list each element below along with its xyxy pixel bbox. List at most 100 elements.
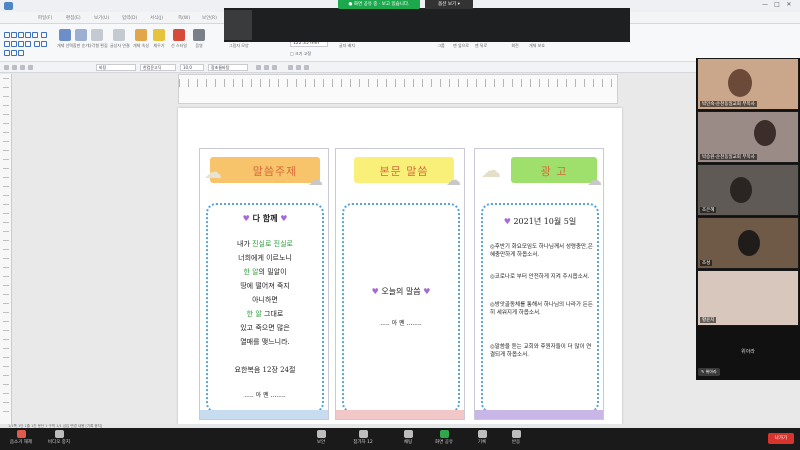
panel-header: 광 고 <box>511 157 597 183</box>
select-icon <box>59 29 71 41</box>
redo-icon[interactable] <box>12 65 17 70</box>
menu-insert[interactable]: 입력(D) <box>122 15 137 21</box>
poem-line: 내가 진실로 진실로 <box>237 240 293 248</box>
participant-tile[interactable]: 황윤지 <box>697 270 799 326</box>
amen-line: ..... 아 멘 ........ <box>244 392 286 399</box>
align-right-icon[interactable] <box>304 65 309 70</box>
panel-header: 말씀주제 <box>210 157 320 183</box>
avatar <box>754 120 776 146</box>
poem-line: 아니하면 <box>252 296 278 304</box>
share-thumbnail <box>224 10 252 40</box>
participants-button[interactable]: 참가자 12 <box>344 430 382 445</box>
avatar <box>728 69 752 97</box>
unmute-button[interactable]: 음소거 해제 <box>2 430 40 445</box>
menu-file[interactable]: 파일(F) <box>38 15 52 21</box>
leave-meeting-button[interactable]: 나가기 <box>768 433 794 444</box>
participant-gallery: 박인숙-순천동일교회 부목사 박승원-순천동일교회 부목사 조은혜 조성 황윤지… <box>696 58 800 380</box>
heart-icon: ♥ <box>280 213 288 223</box>
chat-button[interactable]: 채팅 <box>389 430 427 445</box>
menu-format[interactable]: 서식(J) <box>150 15 163 21</box>
panel-sermon-topic: 말씀주제 ☁ ☁ ♥ 다 함께 ♥ 내가 진실로 진실로 너희에게 이르노니 한… <box>199 148 329 420</box>
textbox-link-button[interactable]: 글상자 연결 <box>110 29 130 48</box>
speaking-indicator: ✎ 위아라 <box>698 368 720 376</box>
underline-icon[interactable] <box>272 65 277 70</box>
reactions-button[interactable]: 반응 <box>497 430 535 445</box>
align-left-icon[interactable] <box>288 65 293 70</box>
print-icon[interactable] <box>28 65 33 70</box>
menu-edit[interactable]: 편집(E) <box>66 15 81 21</box>
font-select[interactable]: 한컴윤고딕 <box>140 64 176 71</box>
participant-tile[interactable]: 조은혜 <box>697 164 799 216</box>
panel-scripture: 본문 말씀 ☁ ♥ 오늘의 말씀 ♥ ..... 아 멘 ........ <box>335 148 465 420</box>
save-icon[interactable] <box>20 65 25 70</box>
link-icon <box>113 29 125 41</box>
horizontal-ruler <box>178 74 618 104</box>
polygon-icon <box>91 29 103 41</box>
vertical-ruler <box>0 74 12 426</box>
style-select[interactable]: 바탕 <box>96 64 136 71</box>
sheep-icon: ☁ <box>481 158 501 182</box>
panel-footer-strip <box>475 410 603 419</box>
camera-icon <box>54 430 64 438</box>
font2-select[interactable]: 함초롬바탕 <box>208 64 248 71</box>
bold-icon[interactable] <box>256 65 261 70</box>
sheep-icon: ☁ <box>204 162 222 183</box>
polygon-edit-button[interactable]: 다각형 편집 <box>88 29 108 48</box>
notice-item: ◎말씀을 듣는 교회와 후원자들이 더 많이 연결되게 하옵소서. <box>490 344 592 358</box>
shape-gallery[interactable] <box>4 32 48 56</box>
heart-icon: ♥ <box>503 217 511 226</box>
notice-date: ♥ 2021년 10월 5일 <box>503 217 577 226</box>
align-center-icon[interactable] <box>296 65 301 70</box>
poem-line: 열매를 맺느니라. <box>240 338 290 346</box>
menu-security[interactable]: 보안(R) <box>202 15 217 21</box>
view-options-button[interactable]: 옵션 보기 ▾ <box>425 0 473 9</box>
poem-line: 한 알 그대로 <box>246 310 284 318</box>
panel-title: 말씀주제 <box>252 165 298 178</box>
notice-item: ◎방앗골동체를 통해서 하나님의 나라가 든든히 세워지게 하옵소서. <box>490 302 593 316</box>
panel-title: 본문 말씀 <box>379 165 429 178</box>
format-toolbar: 바탕 한컴윤고딕 10.0 함초롬바탕 <box>0 62 800 73</box>
participant-tile[interactable]: 조성 <box>697 217 799 269</box>
smiley-icon <box>511 430 521 438</box>
share-screen-button[interactable]: 화면 공유 <box>425 430 463 445</box>
panel-title: 광 고 <box>540 165 568 178</box>
cloud-icon: ☁ <box>446 171 461 189</box>
line-style-button[interactable]: 선 스타일 <box>170 29 188 48</box>
record-button[interactable]: 기록 <box>463 430 501 445</box>
bible-reference: 요한복음 12장 24절 <box>234 366 296 374</box>
screen-share-banner: ● 화면 공유 중 · 보고 있습니다. <box>338 0 420 9</box>
poem-line: 있고 죽으면 많은 <box>240 324 290 332</box>
participant-tile[interactable]: 박인숙-순천동일교회 부목사 <box>697 58 799 110</box>
properties-icon <box>135 29 147 41</box>
italic-icon[interactable] <box>264 65 269 70</box>
content-frame: ♥ 2021년 10월 5일 ◎후반기 화요모임도 하나님께서 성령충만,은혜충… <box>481 203 599 413</box>
font-size-select[interactable]: 10.0 <box>180 64 204 71</box>
shade-button[interactable]: 음영 <box>190 29 208 48</box>
fix-size-checkbox[interactable]: □ 크기 고정 <box>290 51 311 57</box>
minimize-button[interactable]: — <box>760 1 770 9</box>
object-properties-button[interactable]: 개체 속성 <box>132 29 150 48</box>
maximize-button[interactable]: □ <box>772 1 782 9</box>
heart-icon: ♥ <box>423 287 431 296</box>
notice-item: ◎코로나로 부터 안전하게 지켜 주시옵소서. <box>490 274 590 280</box>
window-controls: — □ ✕ <box>760 1 796 10</box>
notice-item: ◎후반기 화요모임도 하나님께서 성령충만,은혜충만하게 하옵소서. <box>490 244 593 258</box>
layers-icon <box>75 29 87 41</box>
participant-tile[interactable]: 박승원-순천동일교회 부목사 <box>697 111 799 163</box>
shade-icon <box>193 29 205 41</box>
cloud-icon: ☁ <box>587 171 602 189</box>
chat-bubble-icon <box>403 430 413 438</box>
security-button[interactable]: 보안 <box>302 430 340 445</box>
avatar <box>730 177 752 203</box>
fill-button[interactable]: 채우기 <box>150 29 168 48</box>
undo-icon[interactable] <box>4 65 9 70</box>
panel-heading: ♥ 다 함께 ♥ <box>242 213 288 223</box>
menu-page[interactable]: 쪽(W) <box>178 15 190 21</box>
microphone-icon <box>16 430 26 438</box>
record-icon <box>477 430 487 438</box>
panel-heading: ♥ 오늘의 말씀 ♥ <box>371 287 431 296</box>
stop-video-button[interactable]: 비디오 중지 <box>40 430 78 445</box>
poem-line: 땅에 떨어져 죽지 <box>240 282 290 290</box>
close-button[interactable]: ✕ <box>784 1 794 9</box>
menu-view[interactable]: 보기(U) <box>94 15 109 21</box>
